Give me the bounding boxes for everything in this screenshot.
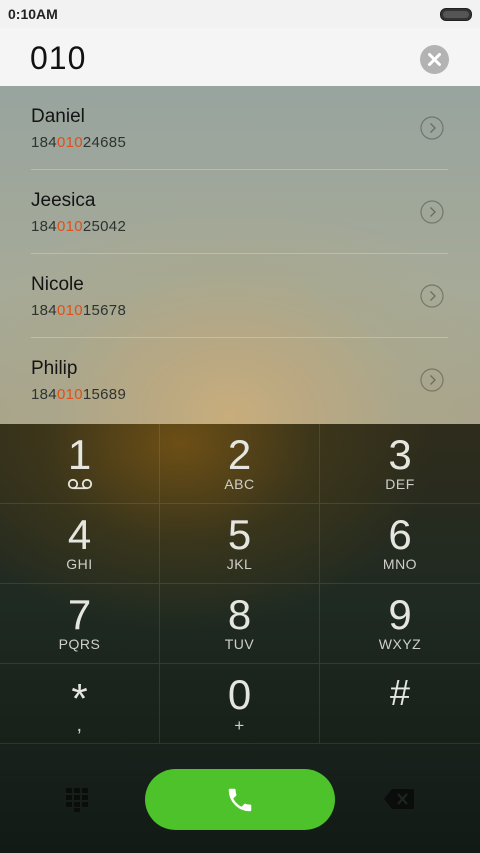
number-suffix: 15689 (82, 386, 127, 403)
key-letters: MNO (382, 556, 418, 572)
number-prefix: 184 (31, 218, 57, 235)
chevron-right-circle-icon[interactable] (420, 116, 444, 140)
voicemail-icon (67, 478, 93, 490)
close-icon (428, 53, 441, 66)
number-prefix: 184 (31, 386, 57, 403)
number-suffix: 25042 (82, 218, 127, 235)
contact-row[interactable]: Jeesica 18401025042 (0, 170, 480, 254)
chevron-right-circle-icon[interactable] (420, 368, 444, 392)
contact-name: Nicole (31, 274, 84, 295)
key-digit: 5 (227, 511, 252, 558)
number-suffix: 15678 (82, 302, 127, 319)
contact-number: 18401015689 (31, 386, 126, 403)
key-letters: WXYZ (378, 636, 422, 652)
key-4[interactable]: 4 GHI (0, 504, 160, 584)
contact-row[interactable]: Philip 18401015689 (0, 338, 480, 422)
contact-name: Philip (31, 358, 78, 379)
key-digit: 7 (67, 591, 92, 638)
number-prefix: 184 (31, 134, 57, 151)
key-digit: 8 (227, 591, 252, 638)
phone-icon (228, 788, 252, 812)
key-digit: 3 (388, 431, 412, 478)
key-digit: # (389, 672, 411, 713)
number-suffix: 24685 (82, 134, 127, 151)
key-2[interactable]: 2 ABC (160, 424, 320, 504)
key-6[interactable]: 6 MNO (320, 504, 480, 584)
key-star[interactable]: * , (0, 664, 160, 744)
contact-suggestions: Daniel 18401024685 Jeesica 18401025042 N… (0, 86, 480, 424)
number-match: 010 (56, 218, 83, 235)
dialed-number[interactable]: 010 (30, 40, 86, 77)
dialpad-grid-icon[interactable] (66, 788, 92, 812)
key-digit: 9 (388, 591, 412, 638)
key-letters: , (76, 714, 83, 736)
chevron-right-circle-icon[interactable] (420, 200, 444, 224)
contact-number: 18401015678 (31, 302, 126, 319)
contact-number: 18401025042 (31, 218, 126, 235)
contact-row[interactable]: Nicole 18401015678 (0, 254, 480, 338)
number-prefix: 184 (31, 302, 57, 319)
key-0[interactable]: 0 + (160, 664, 320, 744)
status-time: 0:10AM (8, 6, 58, 22)
clear-button[interactable] (420, 45, 449, 74)
dial-keypad: 1 2 ABC 3 DEF 4 GHI 5 JKL 6 MNO 7 PQRS 8… (0, 424, 480, 746)
battery-icon (440, 8, 472, 21)
key-8[interactable]: 8 TUV (160, 584, 320, 664)
key-digit: 2 (227, 431, 252, 478)
backspace-icon[interactable] (384, 789, 414, 809)
status-bar: 0:10AM (0, 0, 480, 28)
key-1[interactable]: 1 (0, 424, 160, 504)
call-action-bar (0, 746, 480, 853)
key-digit: 1 (67, 431, 92, 478)
contact-number: 18401024685 (31, 134, 126, 151)
key-letters: PQRS (58, 636, 101, 652)
key-letters: + (234, 716, 245, 735)
dial-input-bar: 010 (0, 28, 480, 86)
number-match: 010 (56, 386, 83, 403)
key-letters: DEF (385, 476, 415, 492)
key-hash[interactable]: # (320, 664, 480, 744)
key-9[interactable]: 9 WXYZ (320, 584, 480, 664)
key-letters: ABC (224, 476, 255, 492)
key-digit: 0 (227, 671, 252, 718)
key-5[interactable]: 5 JKL (160, 504, 320, 584)
contact-name: Jeesica (31, 190, 96, 211)
key-letters: JKL (226, 556, 253, 572)
key-digit: 4 (67, 511, 92, 558)
key-letters: GHI (66, 556, 93, 572)
call-button[interactable] (145, 769, 335, 830)
key-3[interactable]: 3 DEF (320, 424, 480, 504)
key-7[interactable]: 7 PQRS (0, 584, 160, 664)
key-letters: TUV (224, 636, 255, 652)
key-digit: 6 (388, 511, 412, 558)
chevron-right-circle-icon[interactable] (420, 284, 444, 308)
number-match: 010 (56, 302, 83, 319)
number-match: 010 (56, 134, 83, 151)
contact-row[interactable]: Daniel 18401024685 (0, 86, 480, 170)
contact-name: Daniel (31, 106, 85, 127)
